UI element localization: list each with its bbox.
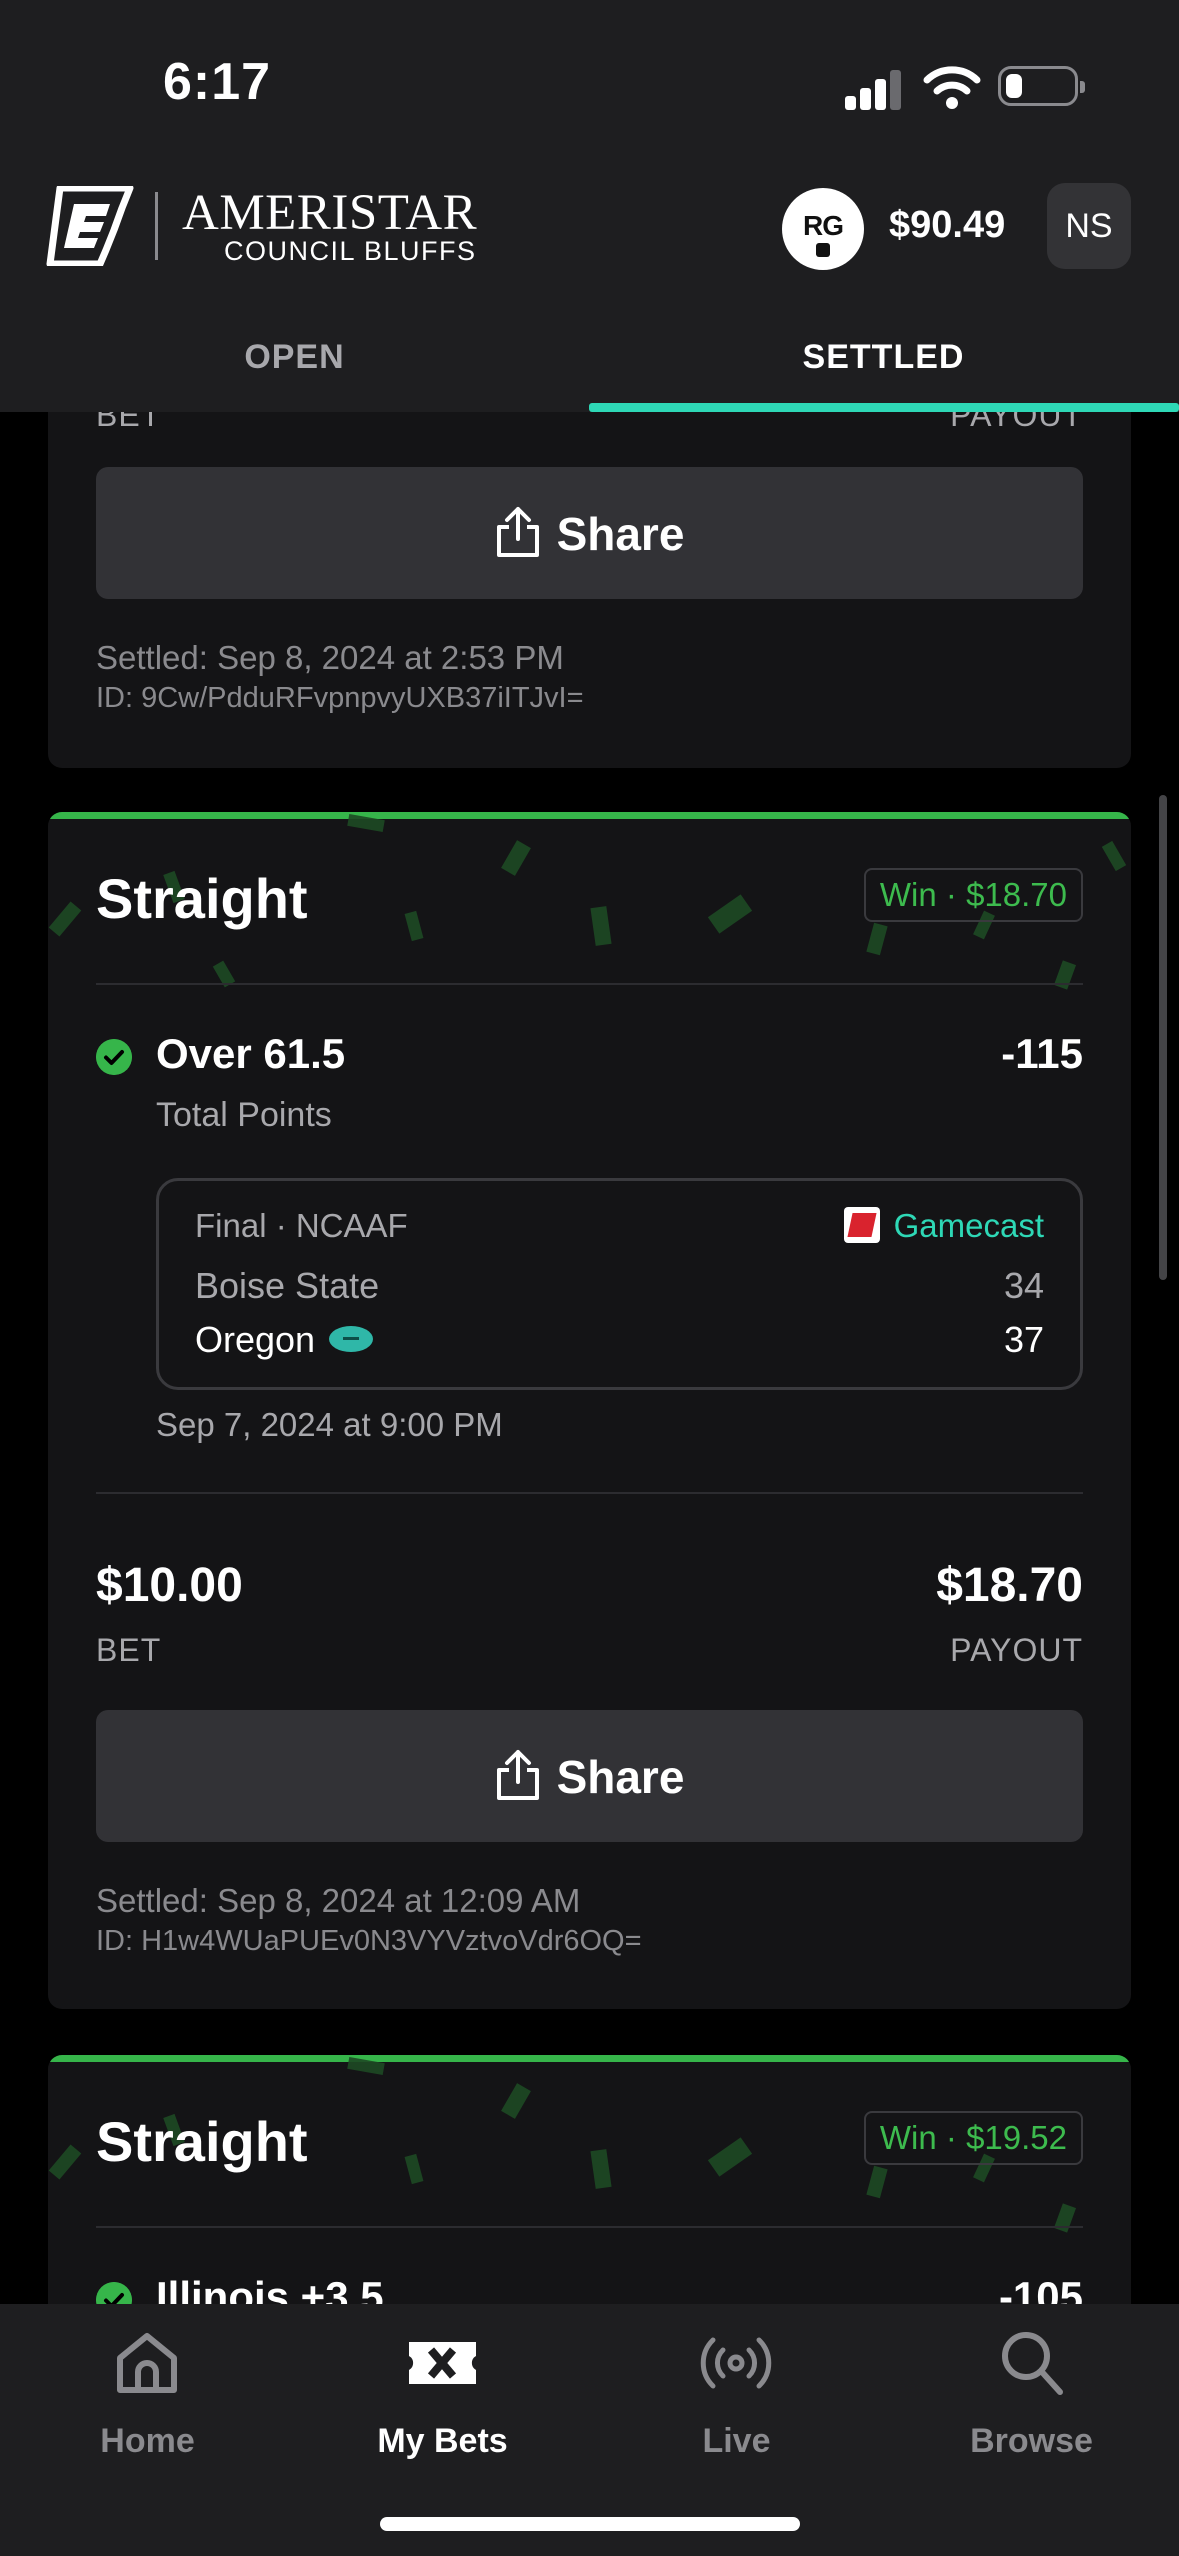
nav-home[interactable]: Home <box>0 2304 295 2504</box>
account-avatar[interactable]: NS <box>1047 183 1131 269</box>
nav-live-label: Live <box>702 2422 771 2460</box>
share-button[interactable]: Share <box>96 1710 1083 1842</box>
share-icon <box>496 1749 539 1800</box>
share-label: Share <box>556 508 685 560</box>
away-score: 34 <box>1003 1265 1044 1306</box>
divider <box>96 1492 1083 1494</box>
bet-amount: $10.00 <box>96 1559 243 1612</box>
responsible-gaming-badge[interactable]: RG <box>782 188 864 270</box>
tab-open[interactable]: OPEN <box>0 338 589 377</box>
divider <box>96 983 1083 985</box>
brand-name: AMERISTAR <box>182 185 478 241</box>
home-score: 37 <box>1003 1319 1044 1360</box>
bet-type-title: Straight <box>96 2110 308 2173</box>
share-label: Share <box>556 1751 685 1803</box>
settled-time: Settled: Sep 8, 2024 at 12:09 AM <box>96 1882 581 1919</box>
status-time: 6:17 <box>163 53 272 111</box>
nav-home-label: Home <box>100 2422 195 2460</box>
app-header: 6:17 AMERISTAR COUNCIL BLUFFS RG $90.49 … <box>0 0 1179 412</box>
phone-screen: BET PAYOUT Share Settled: Sep 8, 2024 at… <box>0 0 1179 2556</box>
home-team-row: Oregon <box>195 1319 374 1361</box>
bet-id: ID: 9Cw/PdduRFvpnpvyUXB37iITJvI= <box>96 682 584 714</box>
bet-id: ID: H1w4WUaPUEv0N3VYVztvoVdr6OQ= <box>96 1925 642 1957</box>
share-button[interactable]: Share <box>96 467 1083 599</box>
ticket-icon <box>409 2342 476 2384</box>
account-balance[interactable]: $90.49 <box>889 204 1005 247</box>
home-indicator[interactable] <box>380 2517 800 2531</box>
home-team: Oregon <box>195 1319 316 1360</box>
bet-card: Straight Win · $18.70 Over 61.5 -115 Tot… <box>48 812 1131 2009</box>
brand-location: COUNCIL BLUFFS <box>224 236 477 266</box>
rg-label: RG <box>803 210 844 241</box>
game-time: Sep 7, 2024 at 9:00 PM <box>156 1406 503 1443</box>
tab-settled[interactable]: SETTLED <box>589 338 1178 377</box>
cellular-signal-icon <box>845 68 903 110</box>
broadcast-icon <box>700 2337 772 2389</box>
market-name: Total Points <box>156 1096 332 1134</box>
nav-live[interactable]: Live <box>589 2304 884 2504</box>
nav-my-bets[interactable]: My Bets <box>295 2304 590 2504</box>
rg-logo-icon <box>816 243 830 257</box>
search-icon <box>1002 2332 1063 2395</box>
home-icon <box>117 2333 177 2393</box>
away-team: Boise State <box>195 1265 380 1306</box>
nav-browse[interactable]: Browse <box>884 2304 1179 2504</box>
win-badge: Win · $18.70 <box>863 868 1083 922</box>
brand-logo-icon[interactable] <box>46 186 134 266</box>
gamecast-link[interactable]: Gamecast <box>894 1207 1044 1245</box>
win-badge: Win · $19.52 <box>863 2111 1083 2165</box>
battery-icon <box>998 66 1085 106</box>
espn-icon <box>844 1207 880 1243</box>
bet-type-title: Straight <box>96 867 308 930</box>
wifi-icon <box>923 66 981 109</box>
brand-divider <box>155 192 158 260</box>
nav-my-bets-label: My Bets <box>377 2422 508 2460</box>
payout-amount: $18.70 <box>936 1559 1083 1612</box>
bet-label: BET <box>96 1632 162 1668</box>
share-icon <box>496 506 539 557</box>
selection-name: Over 61.5 <box>156 1030 346 1077</box>
payout-label: PAYOUT <box>950 1632 1083 1668</box>
check-circle-icon <box>96 1039 132 1075</box>
settled-time: Settled: Sep 8, 2024 at 2:53 PM <box>96 639 564 676</box>
selection-odds: -115 <box>1001 1030 1083 1077</box>
game-summary-box[interactable]: Final · NCAAF Gamecast Boise State 34 Or… <box>156 1178 1083 1390</box>
nav-browse-label: Browse <box>970 2422 1093 2460</box>
divider <box>96 2226 1083 2228</box>
possession-football-icon <box>329 1326 374 1353</box>
active-tab-indicator <box>589 403 1179 412</box>
scrollbar[interactable] <box>1159 795 1167 1280</box>
game-status: Final · NCAAF <box>195 1207 408 1244</box>
